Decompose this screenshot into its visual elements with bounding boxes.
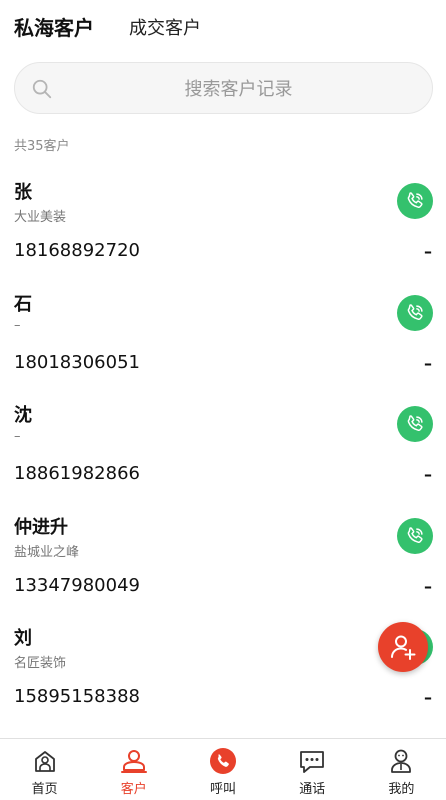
search-bar[interactable] xyxy=(14,62,433,114)
phone-icon xyxy=(407,303,423,320)
customer-status: – xyxy=(424,353,432,373)
search-icon xyxy=(32,79,52,99)
customer-name: 仲进升 xyxy=(14,516,68,538)
customer-status: – xyxy=(424,576,432,596)
phone-icon xyxy=(407,192,423,208)
customer-name: 沈 xyxy=(14,405,32,426)
bottom-nav: 首页 客户 呼叫 通话 我的 xyxy=(0,738,446,800)
customer-company: – xyxy=(14,317,21,333)
customer-company: 大业美装 xyxy=(14,210,67,225)
customer-count: 共35客户 xyxy=(14,139,70,154)
customer-phone: 18861982866 xyxy=(14,463,140,484)
customer-icon xyxy=(120,747,148,775)
phone-icon xyxy=(407,526,423,543)
chat-icon xyxy=(298,747,326,775)
phone-icon xyxy=(407,415,423,431)
customer-name: 张 xyxy=(14,182,32,203)
add-customer-button[interactable] xyxy=(378,622,428,672)
header-tabs: 私海客户 成交客户 xyxy=(0,0,446,54)
call-button[interactable] xyxy=(397,183,433,219)
search-input[interactable] xyxy=(65,75,412,103)
nav-label: 我的 xyxy=(388,782,415,797)
tab-closed-customers[interactable]: 成交客户 xyxy=(129,14,201,40)
nav-call[interactable]: 呼叫 xyxy=(178,739,267,800)
call-button[interactable] xyxy=(397,517,433,554)
list-item[interactable]: 石 – 18018306051 – xyxy=(0,280,446,392)
phone-call-icon xyxy=(209,747,237,775)
customer-name: 石 xyxy=(14,293,32,315)
nav-label: 呼叫 xyxy=(210,782,237,797)
list-item[interactable]: 刘 名匠装饰 15895158388 – xyxy=(0,614,446,726)
profile-icon xyxy=(387,747,415,775)
add-user-icon xyxy=(391,635,416,660)
list-item[interactable]: 张 大业美装 18168892720 – xyxy=(0,168,446,280)
nav-mine[interactable]: 我的 xyxy=(357,739,446,800)
customer-status: – xyxy=(424,465,432,484)
customer-company: 名匠装饰 xyxy=(14,656,67,671)
nav-label: 首页 xyxy=(31,782,58,797)
customer-company: 盐城业之峰 xyxy=(14,544,80,560)
tab-private-customers[interactable]: 私海客户 xyxy=(14,12,94,41)
list-item[interactable]: 仲进升 盐城业之峰 13347980049 – xyxy=(0,503,446,615)
customer-name: 刘 xyxy=(14,628,32,649)
nav-customer[interactable]: 客户 xyxy=(89,739,178,800)
list-item[interactable]: 沈 – 18861982866 – xyxy=(0,391,446,503)
customer-status: – xyxy=(424,688,432,707)
home-icon xyxy=(31,747,59,775)
nav-label: 客户 xyxy=(120,782,147,797)
customer-company: – xyxy=(14,429,21,444)
customer-phone: 13347980049 xyxy=(14,574,140,596)
nav-home[interactable]: 首页 xyxy=(0,739,89,800)
customer-phone: 18168892720 xyxy=(14,240,140,261)
customer-phone: 15895158388 xyxy=(14,686,140,707)
nav-label: 通话 xyxy=(299,782,326,797)
customer-status: – xyxy=(424,242,432,261)
call-button[interactable] xyxy=(397,406,433,442)
call-button[interactable] xyxy=(397,294,433,331)
nav-talk[interactable]: 通话 xyxy=(268,739,357,800)
customer-phone: 18018306051 xyxy=(14,351,140,373)
